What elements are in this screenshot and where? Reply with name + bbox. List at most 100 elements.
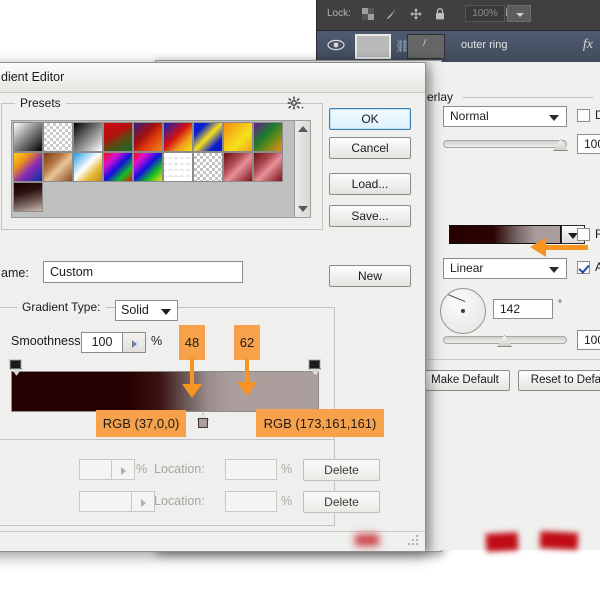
color-stop-swatch[interactable] <box>79 491 132 512</box>
preset-swatch[interactable] <box>43 122 73 152</box>
opacity-location-label: Location: <box>154 462 205 476</box>
opacity-stop-input[interactable] <box>79 459 112 480</box>
align-label: Align <box>595 260 600 274</box>
panel-scroll-gutter <box>425 62 435 550</box>
brush-lock-icon[interactable] <box>385 7 399 21</box>
layers-lock-row: Lock: Fill: 100% <box>317 0 600 31</box>
lock-label: Lock: <box>327 8 351 19</box>
blend-mode-value: Normal <box>450 109 489 123</box>
preset-swatch[interactable] <box>193 122 223 152</box>
annotation-arrow-head <box>182 384 202 398</box>
preset-swatch[interactable] <box>43 152 73 182</box>
gradient-editor-titlebar[interactable]: dient Editor <box>0 63 425 93</box>
panel-divider <box>425 359 600 360</box>
opacity-stop-stepper[interactable] <box>112 459 135 480</box>
opacity-stop-right[interactable] <box>309 360 320 373</box>
preset-swatch[interactable] <box>73 122 103 152</box>
opacity-percent: % <box>136 462 147 476</box>
transparency-lock-icon[interactable] <box>361 7 375 21</box>
fill-value-input[interactable]: 100% <box>465 5 505 22</box>
gradient-type-select[interactable]: Solid <box>115 300 178 321</box>
gradient-type-label: Gradient Type: <box>17 300 106 314</box>
gradient-editor-dialog: dient Editor Presets <box>0 62 426 552</box>
preset-swatch[interactable] <box>133 122 163 152</box>
smoothness-percent: % <box>151 334 162 348</box>
delete-opacity-stop-button[interactable]: Delete <box>303 459 380 481</box>
preset-swatch[interactable] <box>253 152 283 182</box>
layer-thumbnail[interactable] <box>355 34 391 59</box>
ok-button[interactable]: OK <box>329 108 411 130</box>
preset-swatch[interactable] <box>163 122 193 152</box>
gradient-bar[interactable] <box>11 371 319 412</box>
smoothness-stepper[interactable] <box>123 332 146 353</box>
dither-label: Dith <box>595 108 600 122</box>
smoothness-label: Smoothness: <box>11 334 84 348</box>
load-button[interactable]: Load... <box>329 173 411 195</box>
new-button[interactable]: New <box>329 265 411 287</box>
move-lock-icon[interactable] <box>409 7 423 21</box>
fx-icon[interactable]: fx <box>583 37 593 53</box>
section-divider <box>463 97 593 98</box>
color-location-input[interactable] <box>225 491 277 512</box>
blend-mode-select[interactable]: Normal <box>443 106 567 127</box>
angle-dial[interactable] <box>440 288 486 334</box>
preset-swatch[interactable] <box>103 122 133 152</box>
reset-to-default-button[interactable]: Reset to Default <box>518 370 600 391</box>
annotation-arrow-head <box>237 382 257 396</box>
color-stop-62[interactable] <box>197 413 209 428</box>
layer-row-outer-ring[interactable]: ⛓ outer ring fx <box>317 31 600 62</box>
make-default-button[interactable]: Make Default <box>420 370 510 391</box>
cancel-button[interactable]: Cancel <box>329 137 411 159</box>
stops-group <box>0 439 335 526</box>
preset-swatch[interactable] <box>163 152 193 182</box>
dither-checkbox[interactable] <box>577 109 590 122</box>
annotation-angle-arrow-line <box>546 245 588 250</box>
eye-icon[interactable] <box>327 38 345 52</box>
scale-slider[interactable] <box>443 335 567 345</box>
opacity-slider[interactable] <box>443 139 567 149</box>
degree-symbol: ° <box>558 299 562 310</box>
lock-all-icon[interactable] <box>433 7 447 21</box>
preset-swatch[interactable] <box>193 152 223 182</box>
resize-grip[interactable] <box>408 535 420 547</box>
gradient-bar-fill <box>12 372 318 411</box>
dialog-footer-divider <box>0 531 425 532</box>
opacity-stop-left[interactable] <box>10 360 21 373</box>
fill-dropdown-arrow[interactable] <box>507 5 531 22</box>
preset-swatch[interactable] <box>13 122 43 152</box>
reverse-label: Reve <box>595 227 600 241</box>
chevron-down-icon <box>161 309 171 315</box>
smoothness-input[interactable]: 100 <box>81 332 123 353</box>
color-location-label: Location: <box>154 494 205 508</box>
gear-icon[interactable] <box>287 96 304 114</box>
presets-scrollbar[interactable] <box>294 121 310 217</box>
scale-value-input[interactable]: 100 <box>577 330 600 350</box>
annotation-stop1-location: 48 <box>179 325 205 360</box>
gradient-style-select[interactable]: Linear <box>443 258 567 279</box>
preset-swatch[interactable] <box>133 152 163 182</box>
preset-swatch[interactable] <box>13 152 43 182</box>
preset-swatch[interactable] <box>223 122 253 152</box>
presets-list[interactable] <box>11 120 311 218</box>
angle-value-input[interactable]: 142 <box>493 299 553 319</box>
opacity-location-input[interactable] <box>225 459 277 480</box>
preset-swatch[interactable] <box>103 152 133 182</box>
reverse-checkbox[interactable] <box>577 228 590 241</box>
gradient-name-input[interactable]: Custom <box>43 261 243 283</box>
chevron-down-icon <box>549 115 559 121</box>
preset-swatch[interactable] <box>13 182 43 212</box>
layer-name[interactable]: outer ring <box>461 39 507 51</box>
preset-swatch[interactable] <box>73 152 103 182</box>
opacity-value-input[interactable]: 100 <box>577 134 600 154</box>
preset-swatch[interactable] <box>253 122 283 152</box>
save-button[interactable]: Save... <box>329 205 411 227</box>
annotation-stop1-color: RGB (37,0,0) <box>96 410 186 437</box>
preset-swatch[interactable] <box>223 152 253 182</box>
align-with-layer-checkbox[interactable] <box>577 261 590 274</box>
annotation-stop2-color: RGB (173,161,161) <box>256 409 384 437</box>
scroll-up-icon <box>298 126 308 132</box>
delete-color-stop-button[interactable]: Delete <box>303 491 380 513</box>
opacity-location-percent: % <box>281 462 292 476</box>
color-picker-arrow[interactable] <box>132 491 155 512</box>
layer-mask-thumbnail[interactable] <box>407 34 445 59</box>
